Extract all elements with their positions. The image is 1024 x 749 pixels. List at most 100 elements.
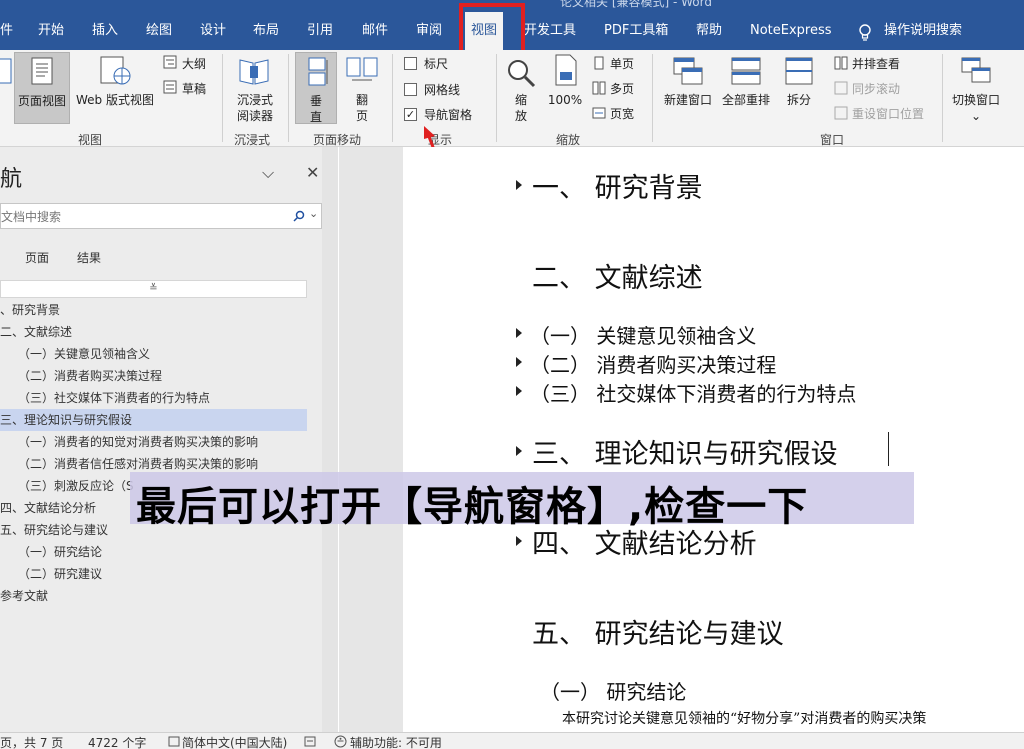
tab-review[interactable]: 审阅: [416, 12, 442, 50]
nav-item[interactable]: （二）消费者购买决策过程: [0, 365, 162, 387]
arrange-all-icon: [731, 57, 761, 85]
web-layout-label: Web 版式视图: [76, 93, 154, 107]
new-window-button[interactable]: 新建窗口: [658, 52, 718, 124]
lightbulb-icon: [859, 24, 871, 41]
gridlines-checkbox[interactable]: [404, 83, 417, 96]
tab-layout[interactable]: 布局: [253, 12, 279, 50]
search-options-chevron-icon[interactable]: ⌄: [309, 207, 318, 220]
nav-search-input[interactable]: 文档中搜索 ⌄: [0, 203, 322, 229]
sync-scroll-button[interactable]: 同步滚动: [852, 80, 900, 97]
arrange-all-button[interactable]: 全部重排: [718, 52, 774, 124]
chevron-down-icon[interactable]: ⌵: [262, 163, 274, 183]
nav-item[interactable]: 参考文献: [0, 585, 48, 607]
sync-scroll-icon: [834, 81, 848, 95]
vertical-scroll-icon: [308, 57, 328, 86]
nav-item[interactable]: 二、文献综述: [0, 321, 72, 343]
side-by-side-button[interactable]: 并排查看: [852, 55, 900, 72]
draft-button[interactable]: 草稿: [182, 80, 206, 97]
nav-item[interactable]: （二）研究建议: [0, 563, 102, 585]
tab-home[interactable]: 开始: [38, 12, 64, 50]
nav-pane-checkbox[interactable]: ✓: [404, 108, 417, 121]
side-to-side-button[interactable]: 翻 页: [342, 52, 382, 124]
macro-icon[interactable]: [304, 736, 316, 747]
collapse-heading-icon[interactable]: [516, 386, 522, 396]
tab-design[interactable]: 设计: [200, 12, 226, 50]
zoom-button[interactable]: 缩 放: [502, 52, 540, 124]
tab-draw[interactable]: 绘图: [146, 12, 172, 50]
one-page-button[interactable]: 单页: [610, 55, 634, 72]
tab-noteexpress[interactable]: NoteExpress: [750, 12, 832, 50]
text-cursor: [888, 432, 889, 466]
nav-item-selected[interactable]: 三、理论知识与研究假设: [0, 409, 307, 431]
proofing-icon[interactable]: [168, 736, 180, 747]
accessibility-icon[interactable]: [334, 735, 347, 748]
nav-item[interactable]: 五、研究结论与建议: [0, 519, 108, 541]
page-count[interactable]: 页，共 7 页: [0, 734, 63, 749]
gridlines-label: 网格线: [424, 83, 461, 97]
tab-help[interactable]: 帮助: [696, 12, 722, 50]
nav-item[interactable]: （一）研究结论: [0, 541, 102, 563]
read-mode-button[interactable]: [0, 52, 12, 124]
immersive-reader-icon: [239, 59, 269, 85]
group-divider: [392, 54, 393, 142]
multiple-pages-button[interactable]: 多页: [610, 80, 634, 97]
ruler-checkbox[interactable]: [404, 57, 417, 70]
outline-icon: [163, 55, 177, 69]
nav-item[interactable]: （一）消费者的知觉对消费者购买决策的影响: [0, 431, 258, 453]
group-divider: [942, 54, 943, 142]
tab-file[interactable]: 件: [0, 12, 13, 50]
accessibility-status[interactable]: 辅助功能: 不可用: [350, 734, 442, 749]
tab-developer[interactable]: 开发工具: [524, 12, 576, 50]
nav-item[interactable]: （一）关键意见领袖含义: [0, 343, 150, 365]
nav-tab-pages[interactable]: 页面: [25, 249, 49, 266]
tab-insert[interactable]: 插入: [92, 12, 118, 50]
collapse-heading-icon[interactable]: [516, 446, 522, 456]
nav-item[interactable]: 、研究背景: [0, 299, 60, 321]
tab-pdf-toolbox[interactable]: PDF工具箱: [604, 12, 668, 50]
collapse-heading-icon[interactable]: [516, 180, 522, 190]
collapse-heading-icon[interactable]: [516, 536, 522, 546]
split-button[interactable]: 拆分: [776, 52, 822, 124]
word-count[interactable]: 4722 个字: [88, 734, 146, 749]
immersive-reader-button[interactable]: 沉浸式 阅读器: [228, 52, 282, 124]
tell-me-search[interactable]: 操作说明搜索: [884, 12, 962, 50]
print-layout-button[interactable]: 页面视图: [14, 52, 70, 124]
nav-scrollbar[interactable]: [322, 147, 338, 732]
vertical-button[interactable]: 垂 直: [295, 52, 337, 124]
reset-position-icon: [834, 106, 848, 120]
window-group-label: 窗口: [820, 133, 845, 147]
nav-item[interactable]: （三）社交媒体下消费者的行为特点: [0, 387, 210, 409]
nav-pane-title: 航: [0, 167, 23, 192]
views-group-label: 视图: [78, 133, 103, 147]
heading-5: 五、 研究结论与建议: [532, 619, 784, 650]
new-window-label: 新建窗口: [663, 93, 712, 107]
language[interactable]: 简体中文(中国大陆): [182, 734, 287, 749]
new-window-icon: [673, 57, 703, 85]
vertical-label: 垂 直: [309, 94, 322, 124]
page-width-button[interactable]: 页宽: [610, 105, 634, 122]
switch-windows-button[interactable]: 切换窗口 ⌄: [946, 52, 1006, 128]
nav-tab-results[interactable]: 结果: [77, 249, 101, 266]
collapse-heading-icon[interactable]: [516, 328, 522, 338]
subheading: （三） 社交媒体下消费者的行为特点: [530, 382, 857, 406]
tab-references[interactable]: 引用: [307, 12, 333, 50]
collapse-heading-icon[interactable]: [516, 357, 522, 367]
side-by-side-icon: [834, 56, 848, 70]
outline-button[interactable]: 大纲: [182, 55, 206, 72]
close-icon[interactable]: ✕: [306, 163, 319, 182]
zoom-100-button[interactable]: 100%: [544, 52, 586, 124]
switch-windows-icon: [961, 57, 991, 83]
switch-windows-label: 切换窗口: [951, 93, 1000, 107]
search-icon[interactable]: [293, 210, 305, 222]
reset-window-position-button[interactable]: 重设窗口位置: [852, 105, 924, 122]
video-subtitle: 最后可以打开【导航窗格】,检查一下: [130, 472, 914, 530]
heading-2: 二、 文献综述: [532, 263, 703, 294]
group-divider: [288, 54, 289, 142]
nav-item[interactable]: （三）刺激反应论（S: [0, 475, 134, 497]
web-layout-button[interactable]: Web 版式视图: [72, 52, 158, 124]
read-mode-icon: [0, 58, 12, 84]
nav-item[interactable]: 四、文献结论分析: [0, 497, 96, 519]
heading-3: 三、 理论知识与研究假设: [532, 439, 838, 470]
tab-mailings[interactable]: 邮件: [362, 12, 388, 50]
multiple-pages-icon: [592, 81, 606, 95]
